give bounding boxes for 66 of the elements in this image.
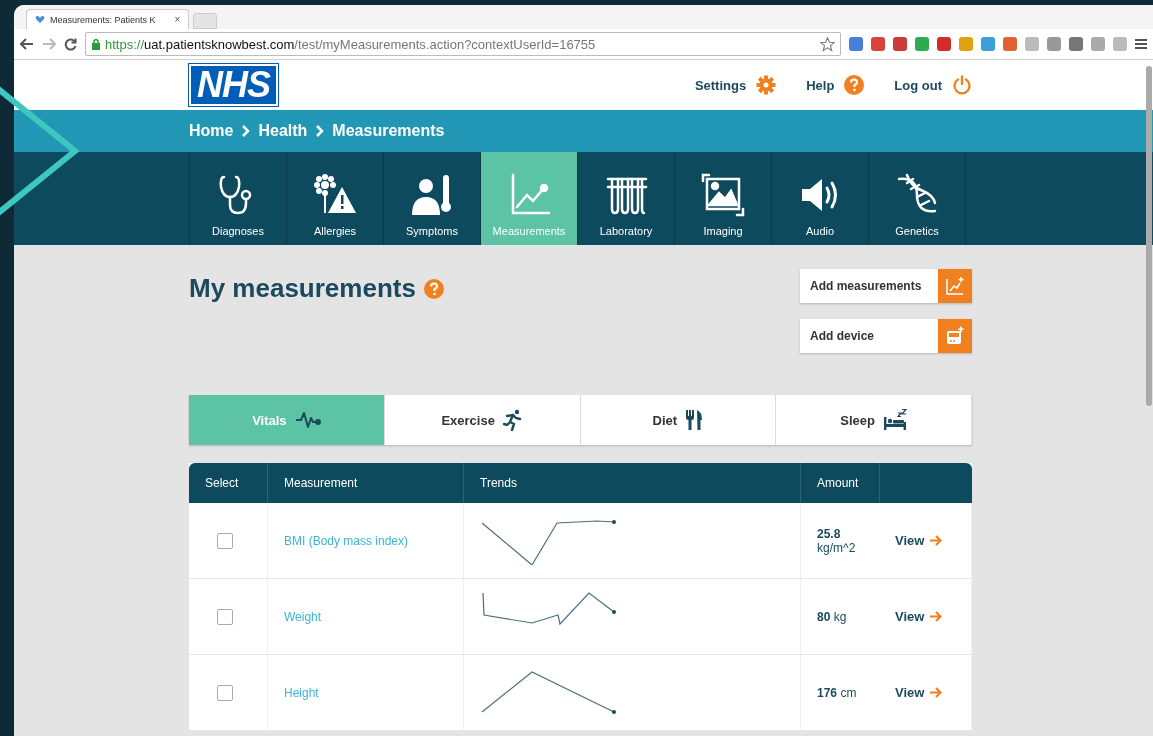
add-button[interactable]: Add device	[800, 319, 972, 353]
back-icon[interactable]	[20, 38, 34, 50]
arrow-right-icon	[930, 611, 943, 622]
header-link[interactable]: Help	[806, 75, 865, 95]
row-checkbox[interactable]	[217, 608, 233, 625]
extension-icon[interactable]	[937, 37, 951, 51]
bed-icon	[882, 409, 907, 431]
person-thermometer-icon	[410, 173, 454, 217]
reload-icon[interactable]	[64, 37, 77, 51]
extension-icon[interactable]	[959, 37, 973, 51]
arrow-right-icon	[930, 535, 943, 546]
extension-icon[interactable]	[893, 37, 907, 51]
extension-icon[interactable]	[1091, 37, 1105, 51]
chevron-right-icon	[241, 125, 251, 137]
help-icon	[844, 75, 865, 95]
amount-text: 80 kg	[817, 609, 848, 624]
view-link[interactable]: View	[895, 533, 971, 548]
view-link[interactable]: View	[895, 685, 971, 700]
heart-icon	[35, 15, 45, 24]
page-title: My measurements	[189, 273, 416, 304]
menu-icon[interactable]	[1135, 38, 1147, 50]
category-tab[interactable]: Sleep	[776, 395, 972, 445]
chart-add-icon	[945, 276, 965, 296]
lock-icon	[91, 38, 101, 50]
star-icon[interactable]	[820, 36, 835, 52]
power-icon	[952, 75, 972, 95]
extension-icon[interactable]	[871, 37, 885, 51]
browser-tab[interactable]: Measurements: Patients K ×	[26, 9, 190, 29]
cutlery-icon	[685, 409, 704, 431]
heartbeat-icon	[294, 410, 321, 430]
chevron-right-icon	[315, 125, 325, 137]
device-add-icon	[945, 326, 965, 346]
extension-icon[interactable]	[1113, 37, 1127, 51]
row-checkbox[interactable]	[217, 684, 233, 701]
category-tab[interactable]: Diet	[580, 395, 777, 445]
column-header: Trends	[463, 463, 801, 503]
amount-text: 25.8 kg/m^2	[817, 526, 857, 555]
extension-icon[interactable]	[915, 37, 929, 51]
header-link[interactable]: Settings	[694, 75, 777, 95]
column-header: Measurement	[267, 463, 464, 503]
tab-title: Measurements: Patients K	[50, 14, 156, 25]
extension-icon[interactable]	[1047, 37, 1061, 51]
arrow-right-icon	[930, 687, 943, 698]
add-button[interactable]: Add measurements	[800, 269, 972, 303]
extension-icon[interactable]	[1003, 37, 1017, 51]
column-header: Select	[189, 463, 268, 503]
forward-icon[interactable]	[42, 38, 56, 50]
column-header: Amount	[800, 463, 879, 503]
url-text: https://uat.patientsknowbest.com/test/myMeasurements.action?contextUserId=16755	[105, 36, 596, 52]
extension-icon[interactable]	[849, 37, 863, 51]
help-icon	[423, 278, 444, 299]
new-tab-button[interactable]	[193, 13, 218, 29]
close-button[interactable]: ×	[174, 14, 181, 25]
address-bar[interactable]: https://uat.patientsknowbest.com/test/myMeasurements.action?contextUserId=16755	[85, 32, 841, 56]
extension-icon[interactable]	[1069, 37, 1083, 51]
amount-text: 176 cm	[817, 685, 858, 700]
row-checkbox[interactable]	[217, 532, 233, 549]
runner-icon	[502, 409, 523, 431]
category-tab[interactable]: Exercise	[384, 395, 581, 445]
extension-icon[interactable]	[1025, 37, 1039, 51]
view-link[interactable]: View	[895, 609, 971, 624]
extension-icon[interactable]	[981, 37, 995, 51]
scrollbar[interactable]	[1146, 66, 1152, 406]
nhs-logo[interactable]: NHS	[189, 64, 278, 106]
header-link[interactable]: Log out	[894, 75, 972, 95]
settings-icon	[756, 75, 777, 95]
